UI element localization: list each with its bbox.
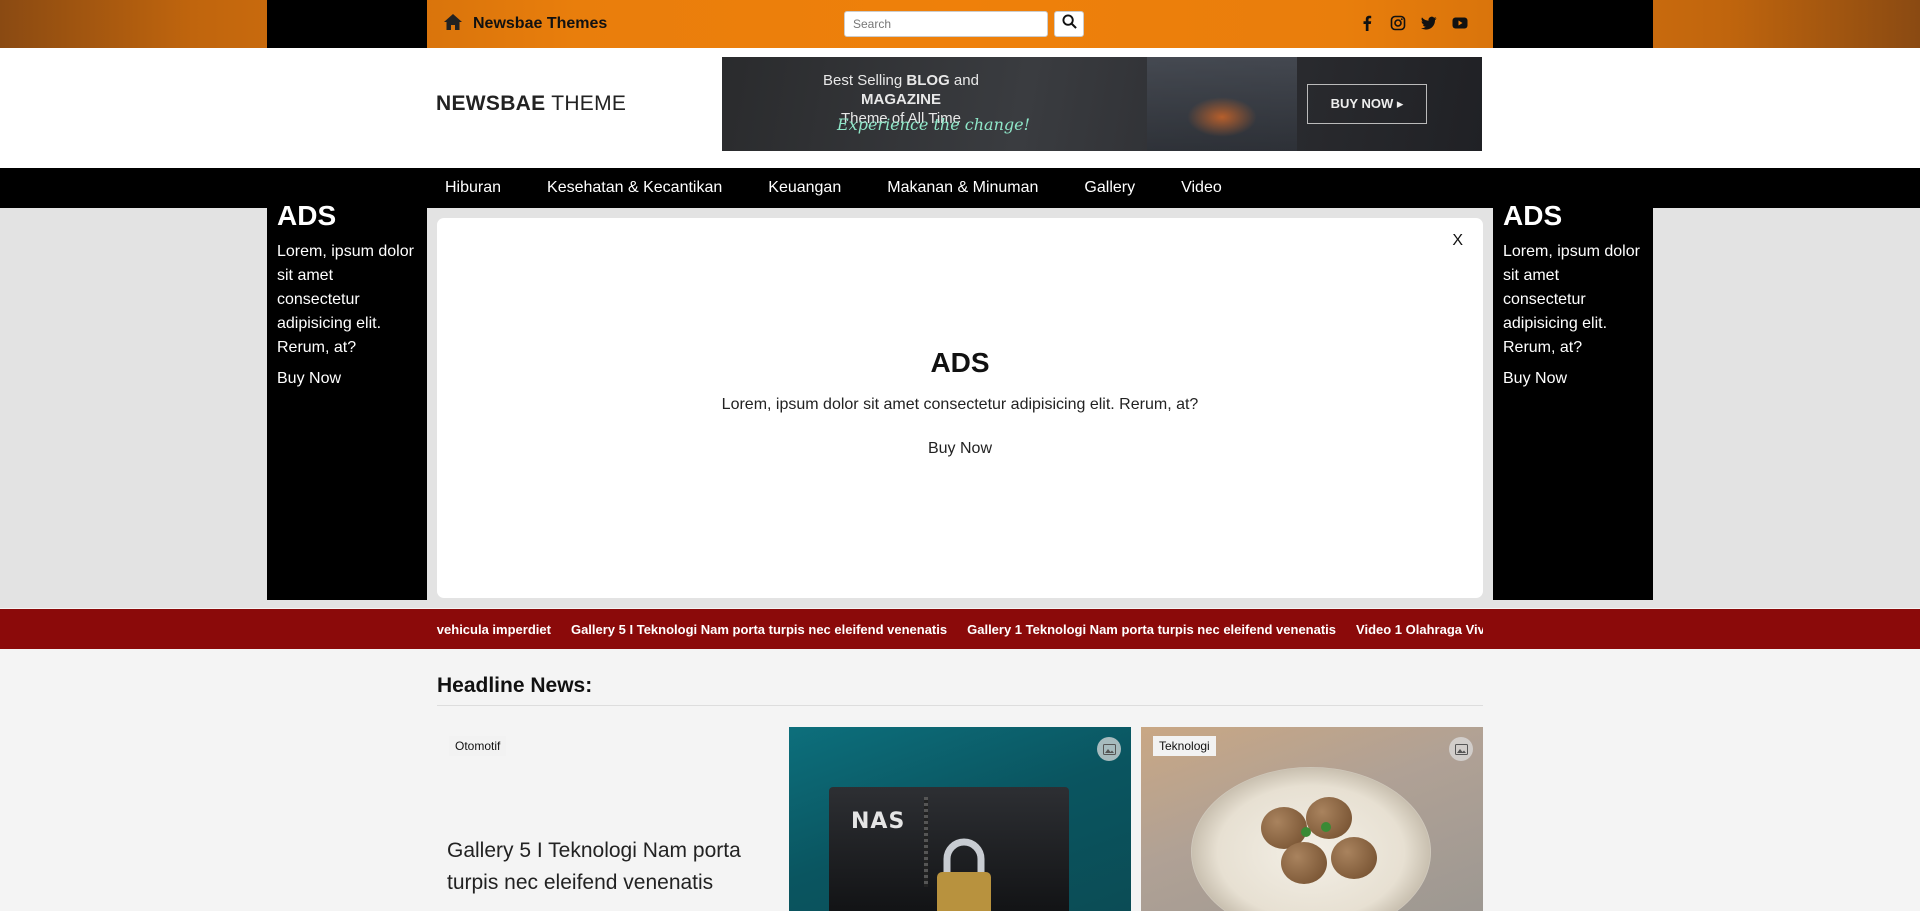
- top-bar-inner: Newsbae Themes: [427, 0, 1493, 48]
- headline-card[interactable]: NAS: [789, 727, 1131, 911]
- category-tag[interactable]: Otomotif: [449, 736, 507, 756]
- banner-buy-button[interactable]: BUY NOW ▸: [1307, 84, 1427, 124]
- ticker-item[interactable]: Gallery 5 I Teknologi Nam porta turpis n…: [571, 622, 947, 637]
- ticker-item[interactable]: Nam vehicula imperdiet: [435, 622, 551, 637]
- nav-item-makanan[interactable]: Makanan & Minuman: [869, 179, 1056, 197]
- search-icon: [1061, 14, 1077, 34]
- banner-tagline: Experience the change!: [837, 115, 1031, 134]
- close-ad-button[interactable]: X: [1452, 232, 1463, 250]
- home-icon: [443, 13, 473, 36]
- main-ad-title: ADS: [930, 347, 990, 378]
- ticker-viewport: Nam vehicula imperdiet Gallery 5 I Tekno…: [435, 609, 1483, 649]
- main-ad-box: X ADS Lorem, ipsum dolor sit amet consec…: [437, 218, 1483, 598]
- logo-bold-text: NEWSBAE: [436, 92, 546, 115]
- instagram-icon[interactable]: [1389, 14, 1407, 32]
- ticker-item[interactable]: Video 1 Olahraga Vivamus sit amet dui: [1356, 622, 1483, 637]
- padlock-image: [937, 838, 991, 911]
- brand-link[interactable]: Newsbae Themes: [443, 13, 607, 36]
- headline-heading: Headline News:: [437, 674, 593, 697]
- right-ad-buy-link[interactable]: Buy Now: [1503, 370, 1645, 388]
- ticker-track: Nam vehicula imperdiet Gallery 5 I Tekno…: [435, 609, 1483, 649]
- site-logo[interactable]: NEWSBAE THEME: [436, 92, 626, 116]
- image-gallery-icon: [1449, 737, 1473, 761]
- social-links: [1358, 14, 1469, 32]
- left-ad-buy-link[interactable]: Buy Now: [277, 370, 419, 388]
- nav-item-kesehatan[interactable]: Kesehatan & Kecantikan: [529, 179, 740, 197]
- ticker-item[interactable]: Gallery 1 Teknologi Nam porta turpis nec…: [967, 622, 1336, 637]
- image-gallery-icon: [1097, 737, 1121, 761]
- headline-card[interactable]: Teknologi: [1141, 727, 1483, 911]
- nav-item-hiburan[interactable]: Hiburan: [427, 179, 519, 197]
- nav-menu: Hiburan Kesehatan & Kecantikan Keuangan …: [427, 168, 1250, 208]
- twitter-icon[interactable]: [1420, 14, 1438, 32]
- headline-divider: [437, 705, 1483, 706]
- left-ad-title: ADS: [277, 200, 337, 231]
- main-ad-text: Lorem, ipsum dolor sit amet consectetur …: [721, 396, 1199, 413]
- left-side-ad: ADS Lorem, ipsum dolor sit amet consecte…: [277, 200, 419, 388]
- right-side-ad: ADS Lorem, ipsum dolor sit amet consecte…: [1503, 200, 1645, 388]
- food-bowl-image: [1191, 767, 1431, 911]
- right-ad-text: Lorem, ipsum dolor sit amet consectetur …: [1503, 243, 1640, 356]
- news-ticker: Nam vehicula imperdiet Gallery 5 I Tekno…: [0, 609, 1920, 649]
- nav-item-video[interactable]: Video: [1163, 179, 1240, 197]
- right-ad-title: ADS: [1503, 200, 1563, 231]
- header-banner[interactable]: Best Selling BLOG and MAGAZINE Theme of …: [722, 57, 1482, 151]
- logo-light-text: THEME: [545, 92, 627, 115]
- brand-name: Newsbae Themes: [473, 15, 608, 32]
- facebook-icon[interactable]: [1358, 14, 1376, 32]
- youtube-icon[interactable]: [1451, 14, 1469, 32]
- header: NEWSBAE THEME Best Selling BLOG and MAGA…: [427, 48, 1493, 168]
- card-title[interactable]: Gallery 5 I Teknologi Nam porta turpis n…: [447, 835, 767, 899]
- left-ad-text: Lorem, ipsum dolor sit amet consectetur …: [277, 243, 414, 356]
- nav-item-gallery[interactable]: Gallery: [1066, 179, 1153, 197]
- banner-screen-art: [1147, 57, 1297, 151]
- search-form: [844, 11, 1084, 37]
- nav-item-keuangan[interactable]: Keuangan: [750, 179, 859, 197]
- headline-card[interactable]: Otomotif Gallery 5 I Teknologi Nam porta…: [437, 727, 779, 911]
- main-ad-buy-link[interactable]: Buy Now: [437, 440, 1483, 458]
- category-tag[interactable]: Teknologi: [1153, 736, 1216, 756]
- search-button[interactable]: [1054, 11, 1084, 37]
- search-input[interactable]: [844, 11, 1048, 37]
